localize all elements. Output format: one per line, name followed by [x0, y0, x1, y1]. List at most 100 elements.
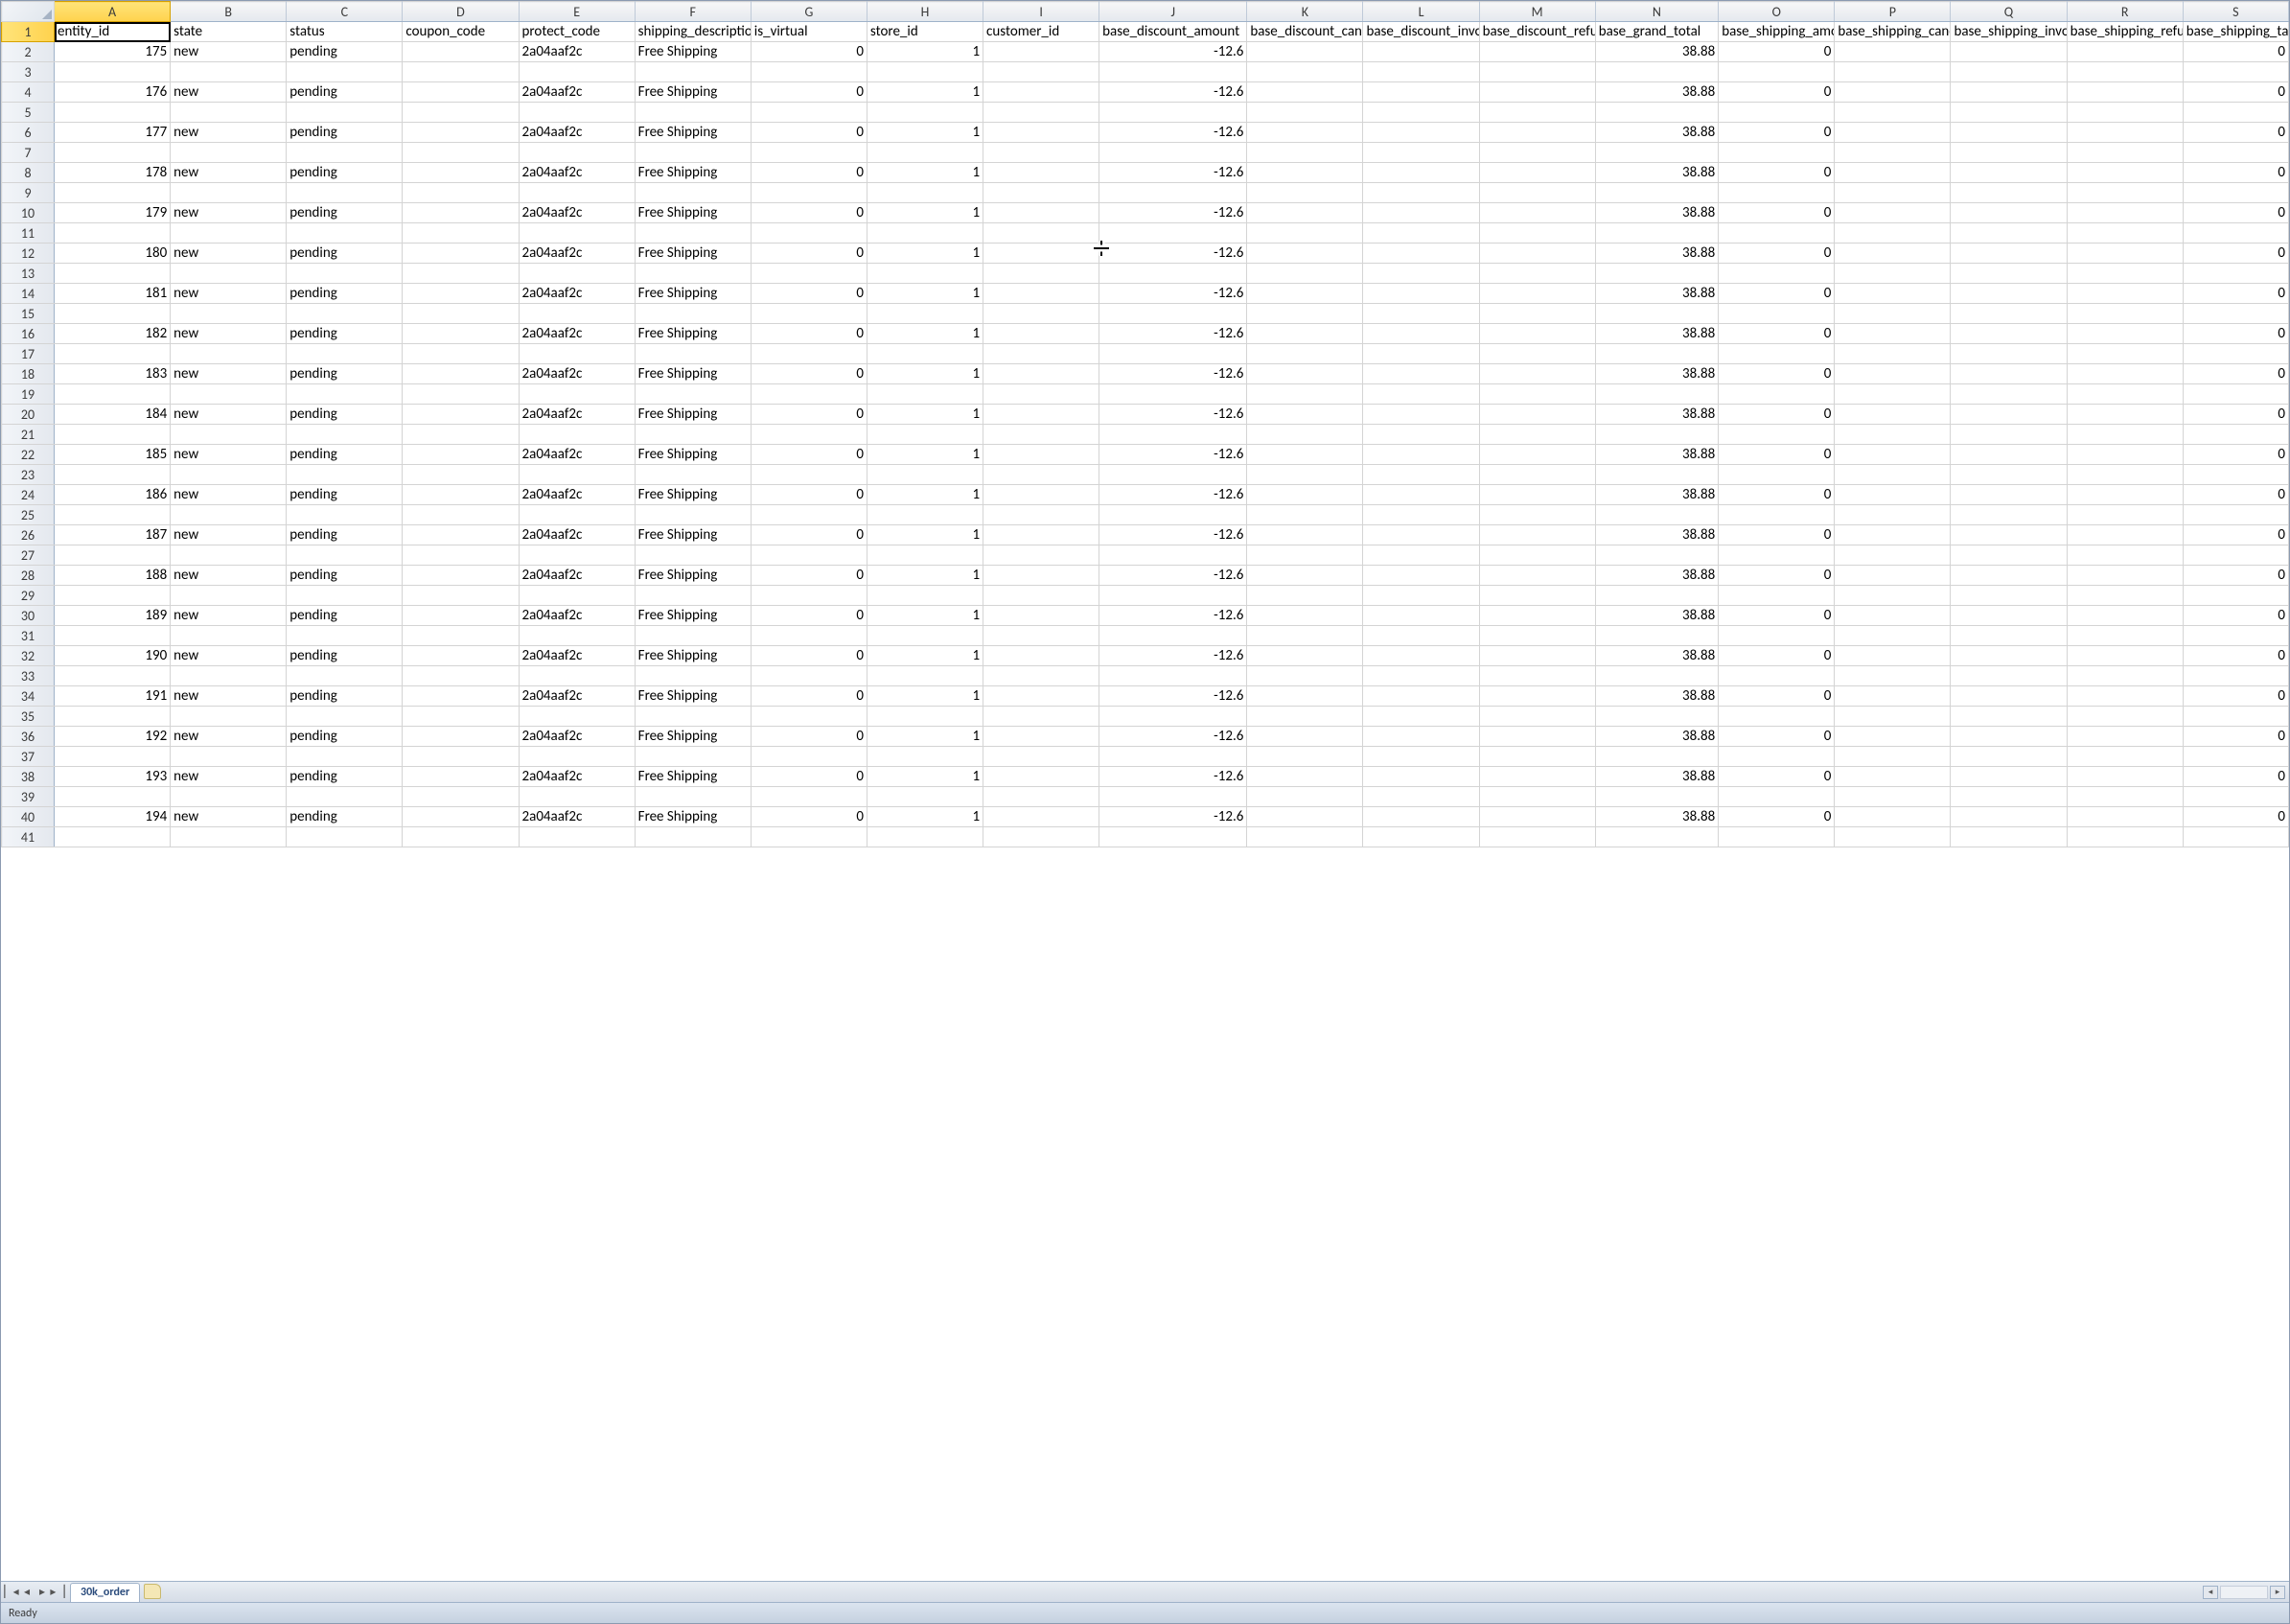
- cell[interactable]: 0: [751, 445, 867, 465]
- cell[interactable]: [1835, 727, 1951, 747]
- cell[interactable]: [1595, 545, 1718, 566]
- cell[interactable]: [1479, 827, 1595, 847]
- cell[interactable]: pending: [287, 727, 403, 747]
- cell[interactable]: [287, 827, 403, 847]
- cell[interactable]: [403, 485, 519, 505]
- cell[interactable]: [1835, 747, 1951, 767]
- cell[interactable]: 38.88: [1595, 324, 1718, 344]
- cell[interactable]: 38.88: [1595, 244, 1718, 264]
- cell[interactable]: [1951, 244, 2067, 264]
- row-header[interactable]: 35: [2, 707, 55, 727]
- cell[interactable]: [171, 545, 287, 566]
- cell[interactable]: [2067, 566, 2183, 586]
- cell[interactable]: 0: [1719, 686, 1835, 707]
- cell[interactable]: 182: [55, 324, 171, 344]
- cell[interactable]: [2067, 626, 2183, 646]
- cell[interactable]: [403, 686, 519, 707]
- cell[interactable]: [1363, 123, 1479, 143]
- cell[interactable]: [519, 586, 635, 606]
- cell[interactable]: -12.6: [1099, 82, 1247, 103]
- cell[interactable]: [171, 384, 287, 405]
- cell[interactable]: [1479, 525, 1595, 545]
- cell[interactable]: -12.6: [1099, 646, 1247, 666]
- cell[interactable]: [1479, 465, 1595, 485]
- column-header[interactable]: H: [867, 2, 983, 22]
- cell[interactable]: pending: [287, 606, 403, 626]
- cell[interactable]: -12.6: [1099, 364, 1247, 384]
- cell[interactable]: 2a04aaf2c: [519, 364, 635, 384]
- cell[interactable]: [1835, 163, 1951, 183]
- cell[interactable]: [1363, 586, 1479, 606]
- cell[interactable]: 1: [867, 284, 983, 304]
- cell[interactable]: [1363, 525, 1479, 545]
- cell[interactable]: [983, 566, 1099, 586]
- cell[interactable]: [1951, 485, 2067, 505]
- cell[interactable]: [403, 666, 519, 686]
- cell[interactable]: [1951, 405, 2067, 425]
- cell[interactable]: 1: [867, 767, 983, 787]
- cell[interactable]: 0: [2183, 606, 2288, 626]
- cell[interactable]: [867, 183, 983, 203]
- cell[interactable]: 188: [55, 566, 171, 586]
- cell[interactable]: [867, 143, 983, 163]
- cell[interactable]: [867, 827, 983, 847]
- row-header[interactable]: 7: [2, 143, 55, 163]
- cell[interactable]: [1951, 727, 2067, 747]
- cell[interactable]: 38.88: [1595, 123, 1718, 143]
- cell[interactable]: 178: [55, 163, 171, 183]
- cell[interactable]: Free Shipping: [635, 445, 751, 465]
- cell[interactable]: [867, 626, 983, 646]
- cell[interactable]: [1719, 62, 1835, 82]
- row-header[interactable]: 1: [2, 22, 55, 42]
- cell[interactable]: [1247, 566, 1363, 586]
- cell[interactable]: [1835, 405, 1951, 425]
- cell[interactable]: [1479, 606, 1595, 626]
- cell[interactable]: [1719, 827, 1835, 847]
- cell[interactable]: [1099, 103, 1247, 123]
- cell[interactable]: [1363, 264, 1479, 284]
- cell[interactable]: [1595, 183, 1718, 203]
- column-header[interactable]: G: [751, 2, 867, 22]
- cell[interactable]: [1479, 686, 1595, 707]
- cell[interactable]: [2183, 505, 2288, 525]
- cell[interactable]: 38.88: [1595, 364, 1718, 384]
- cell[interactable]: [1479, 62, 1595, 82]
- cell[interactable]: [635, 264, 751, 284]
- cell[interactable]: [751, 707, 867, 727]
- cell[interactable]: [403, 223, 519, 244]
- cell[interactable]: [1247, 787, 1363, 807]
- cell[interactable]: [983, 244, 1099, 264]
- row-header[interactable]: 11: [2, 223, 55, 244]
- cell[interactable]: 0: [2183, 324, 2288, 344]
- cell[interactable]: [1099, 344, 1247, 364]
- cell[interactable]: [1951, 505, 2067, 525]
- cell[interactable]: [1595, 465, 1718, 485]
- cell[interactable]: [1479, 103, 1595, 123]
- row-header[interactable]: 10: [2, 203, 55, 223]
- cell[interactable]: entity_id: [55, 22, 171, 42]
- cell[interactable]: [751, 545, 867, 566]
- cell[interactable]: [983, 505, 1099, 525]
- cell[interactable]: new: [171, 525, 287, 545]
- cell[interactable]: 0: [2183, 727, 2288, 747]
- cell[interactable]: [867, 384, 983, 405]
- cell[interactable]: -12.6: [1099, 445, 1247, 465]
- cell[interactable]: 0: [751, 606, 867, 626]
- cell[interactable]: 0: [1719, 445, 1835, 465]
- cell[interactable]: [1719, 223, 1835, 244]
- cell[interactable]: Free Shipping: [635, 163, 751, 183]
- cell[interactable]: [2067, 425, 2183, 445]
- cell[interactable]: [171, 505, 287, 525]
- cell[interactable]: [55, 384, 171, 405]
- cell[interactable]: [1363, 445, 1479, 465]
- cell[interactable]: [1835, 42, 1951, 62]
- cell[interactable]: [983, 163, 1099, 183]
- cell[interactable]: [2067, 183, 2183, 203]
- cell[interactable]: [2183, 586, 2288, 606]
- cell[interactable]: [1835, 767, 1951, 787]
- column-header[interactable]: Q: [1951, 2, 2067, 22]
- cell[interactable]: 0: [751, 646, 867, 666]
- row-header[interactable]: 37: [2, 747, 55, 767]
- cell[interactable]: [1099, 143, 1247, 163]
- cell[interactable]: [2183, 707, 2288, 727]
